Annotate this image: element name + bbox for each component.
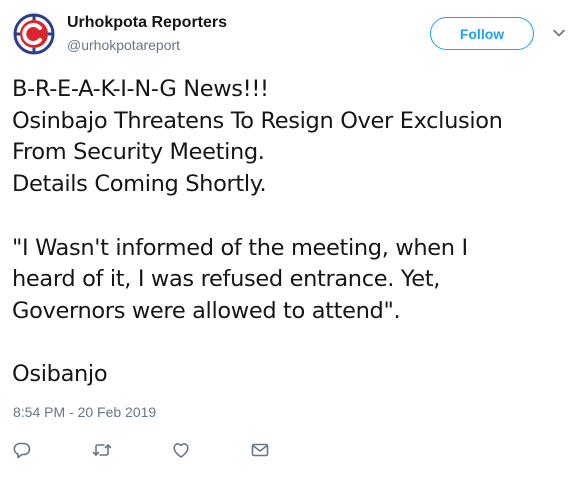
urhokpota-logo-icon	[13, 13, 55, 55]
tweet-text-line: Details Coming Shortly.	[12, 171, 267, 198]
tweet-text-line	[12, 201, 572, 233]
tweet-text-line: "I Wasn't informed of the meeting, when …	[12, 234, 468, 261]
like-icon[interactable]	[171, 440, 191, 460]
chevron-down-icon[interactable]	[552, 26, 566, 40]
tweet-text-line: B-R-E-A-K-I-N-G News!!!	[12, 76, 269, 102]
tweet-text-line: Osibanjo	[12, 361, 108, 388]
tweet-actions	[0, 440, 577, 462]
avatar[interactable]	[13, 13, 55, 55]
reply-icon[interactable]	[12, 440, 32, 460]
tweet-text-line: Osinbajo Threatens To Resign Over Exclus…	[12, 107, 503, 134]
tweet-text-line: Governors were allowed to attend".	[12, 297, 401, 324]
tweet-timestamp[interactable]: 8:54 PM - 20 Feb 2019	[13, 404, 156, 420]
author-handle[interactable]: @urhokpotareport	[67, 37, 180, 53]
direct-message-icon[interactable]	[250, 440, 270, 460]
retweet-icon[interactable]	[92, 440, 112, 460]
author-name[interactable]: Urhokpota Reporters	[67, 14, 227, 32]
tweet-text-line: From Security Meeting.	[12, 139, 265, 166]
tweet-text-line: heard of it, I was refused entrance. Yet…	[12, 266, 440, 293]
tweet-card: Urhokpota Reporters @urhokpotareport Fol…	[0, 0, 577, 483]
tweet-text-line	[12, 328, 572, 360]
tweet-text: B-R-E-A-K-I-N-G News!!! Osinbajo Threate…	[12, 74, 572, 391]
follow-button[interactable]: Follow	[430, 17, 534, 50]
